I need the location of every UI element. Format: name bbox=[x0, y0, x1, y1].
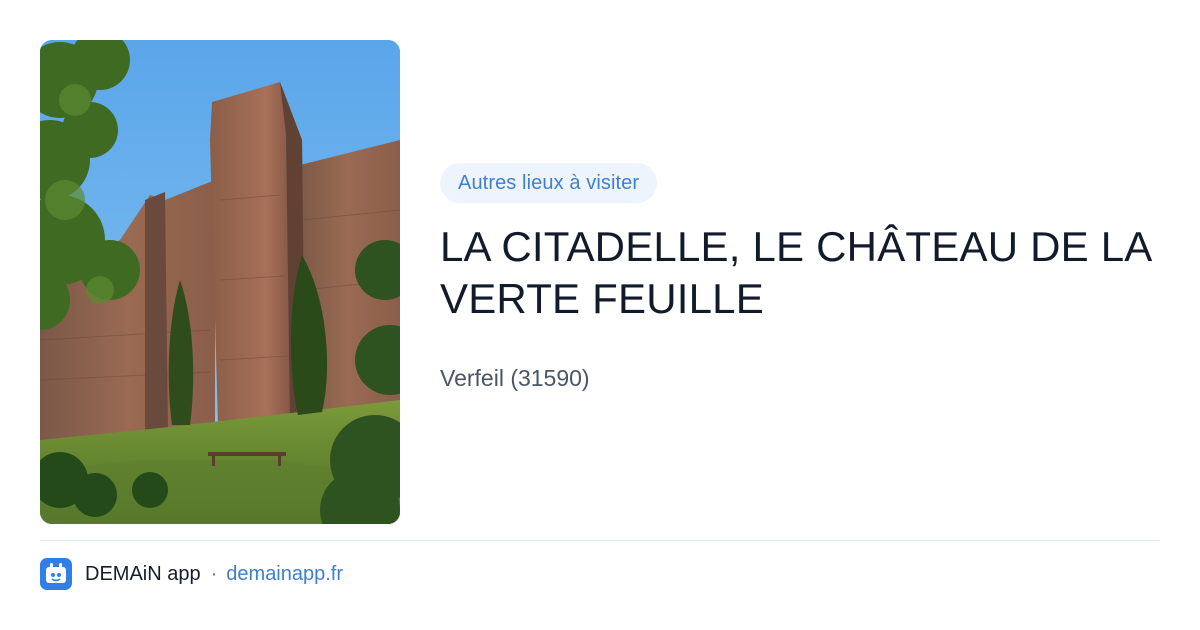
place-details: Autres lieux à visiter LA CITADELLE, LE … bbox=[440, 163, 1160, 393]
footer-separator: · bbox=[210, 562, 218, 585]
divider bbox=[40, 540, 1160, 541]
app-name: DEMAiN app bbox=[85, 562, 201, 585]
page-title: LA CITADELLE, LE CHÂTEAU DE LA VERTE FEU… bbox=[440, 223, 1151, 322]
location-text: Verfeil (31590) bbox=[440, 365, 590, 391]
demain-app-icon bbox=[40, 558, 72, 590]
category-badge[interactable]: Autres lieux à visiter bbox=[440, 163, 658, 203]
footer: DEMAiN app · demainapp.fr bbox=[40, 557, 343, 591]
domain-link[interactable]: demainapp.fr bbox=[226, 563, 343, 586]
castle-photo bbox=[40, 40, 400, 524]
